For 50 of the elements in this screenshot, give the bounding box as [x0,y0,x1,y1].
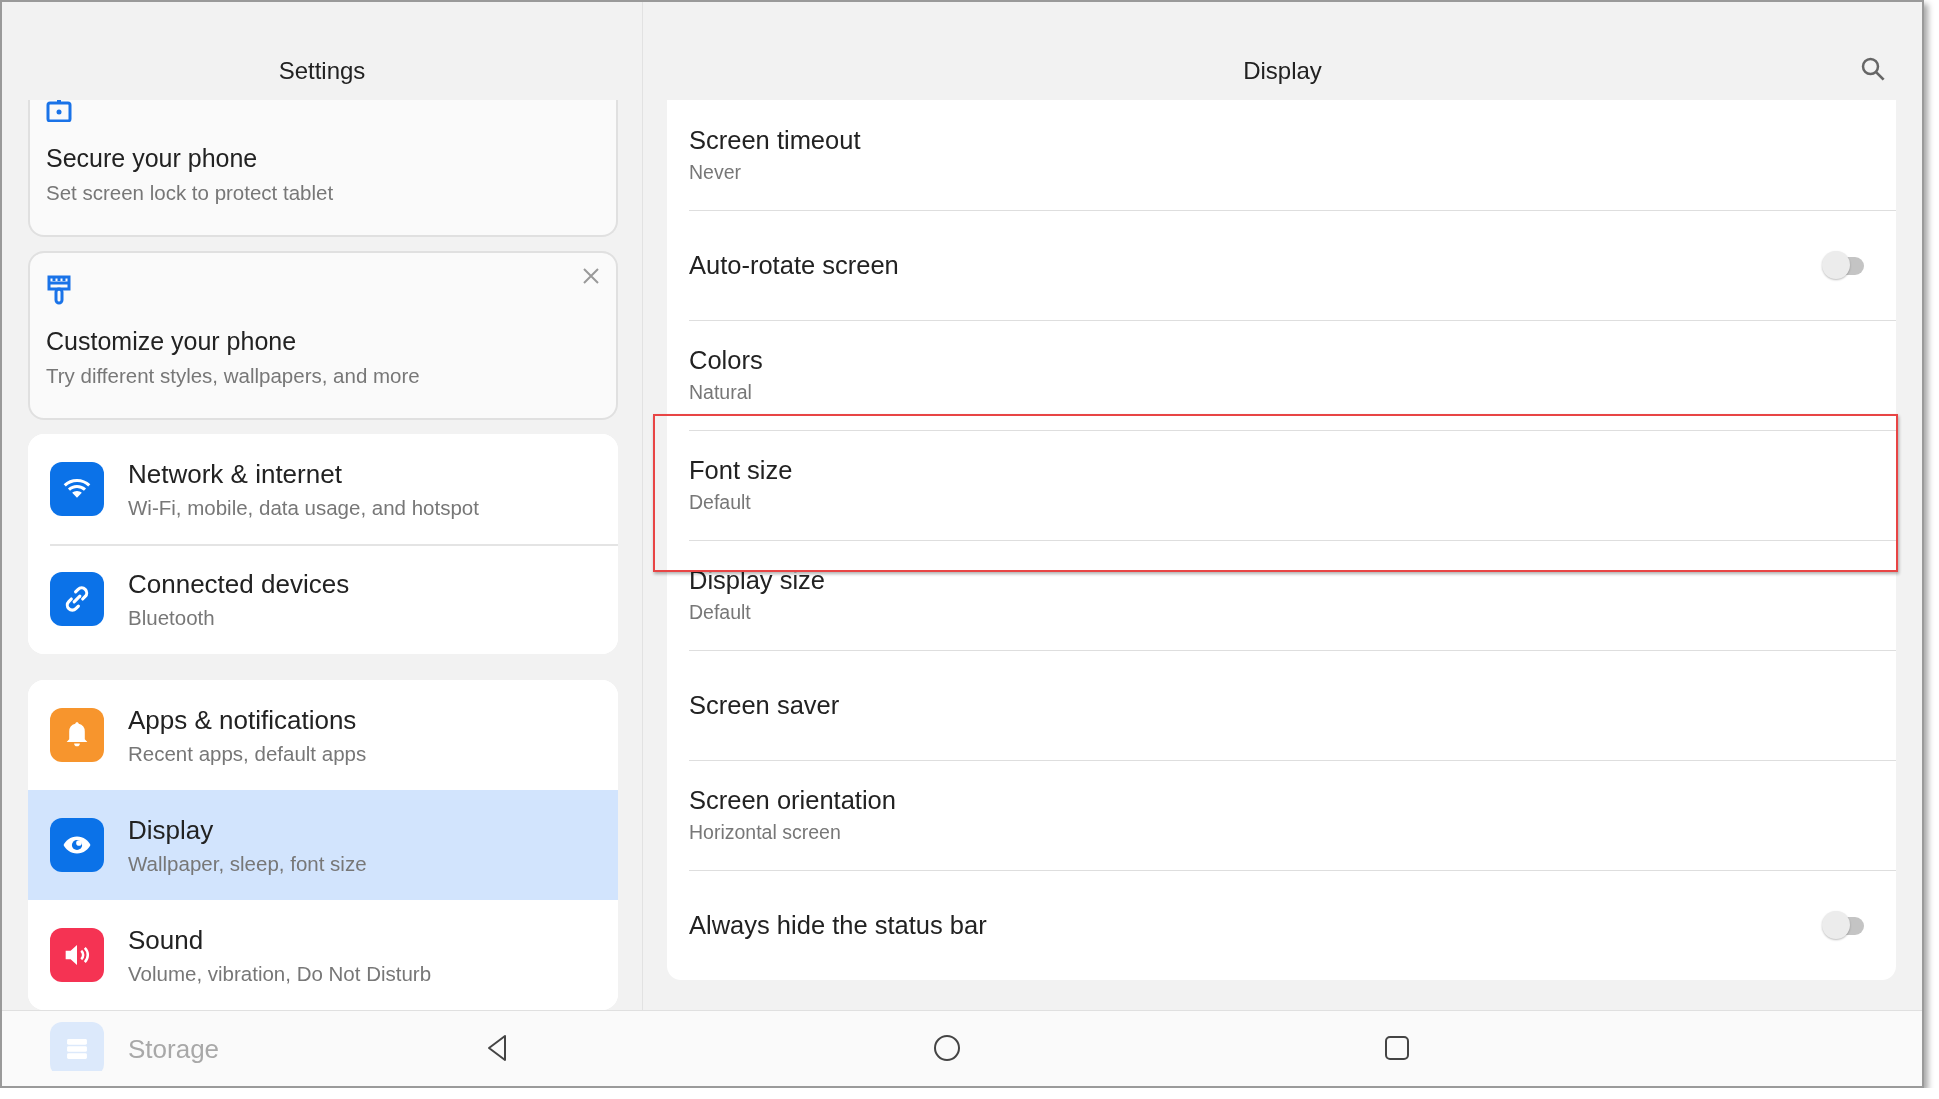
settings-row[interactable]: Always hide the status bar [667,870,1896,980]
item-subtitle: Recent apps, default apps [128,741,367,766]
item-title: Apps & notifications [128,704,357,736]
item-title: Display [128,814,214,846]
home-icon [933,1034,961,1062]
suggestion-card[interactable]: Customize your phone Try different styles, wallpapers, and more [28,251,618,420]
settings-row[interactable]: Auto-rotate screen [667,210,1896,320]
row-title: Display size [689,566,826,595]
item-title: Network & internet [128,458,342,490]
suggestion-subtitle: Try different styles, wallpapers, and more [46,364,420,388]
home-button[interactable] [932,1033,962,1063]
row-title: Screen orientation [689,786,896,815]
pane-title: Settings [278,57,366,85]
row-title: Colors [689,346,763,375]
row-value: Natural [689,381,752,404]
settings-row[interactable]: Display size Default [667,540,1896,650]
suggestion-card[interactable]: Secure your phone Set screen lock to protect tablet [28,100,618,237]
toggle-switch[interactable] [1822,250,1866,280]
row-value: Never [689,161,742,184]
settings-row[interactable]: Screen timeout Never [667,100,1896,210]
screen-lock-icon [46,100,72,122]
suggestion-subtitle: Set screen lock to protect tablet [46,181,334,205]
toggle-switch[interactable] [1822,910,1866,940]
item-subtitle: Wallpaper, sleep, font size [128,851,367,876]
recents-button[interactable] [1382,1033,1412,1063]
recents-icon [1384,1035,1410,1061]
row-value: Default [689,491,751,514]
item-subtitle: Wi-Fi, mobile, data usage, and hotspot [128,495,479,520]
row-title: Always hide the status bar [689,910,987,940]
settings-item[interactable]: Display Wallpaper, sleep, font size [28,790,618,900]
pane-title: Display [1243,57,1322,85]
item-subtitle: Bluetooth [128,605,215,630]
suggestion-title: Secure your phone [46,144,258,173]
item-title: Connected devices [128,568,350,600]
row-title: Screen timeout [689,126,861,155]
row-title: Screen saver [689,690,840,720]
settings-row[interactable]: Font size Default [667,430,1896,540]
settings-row[interactable]: Screen saver [667,650,1896,760]
back-icon [486,1034,508,1062]
brush-icon [46,275,72,305]
row-title: Font size [689,456,793,485]
item-subtitle: Volume, vibration, Do Not Disturb [128,961,432,986]
row-value: Horizontal screen [689,821,841,844]
item-title: Storage [128,1033,220,1065]
suggestion-title: Customize your phone [46,327,297,356]
item-title: Sound [128,924,204,956]
row-value: Default [689,601,751,624]
settings-row[interactable]: Colors Natural [667,320,1896,430]
row-title: Auto-rotate screen [689,250,899,280]
settings-row[interactable]: Screen orientation Horizontal screen [667,760,1896,870]
